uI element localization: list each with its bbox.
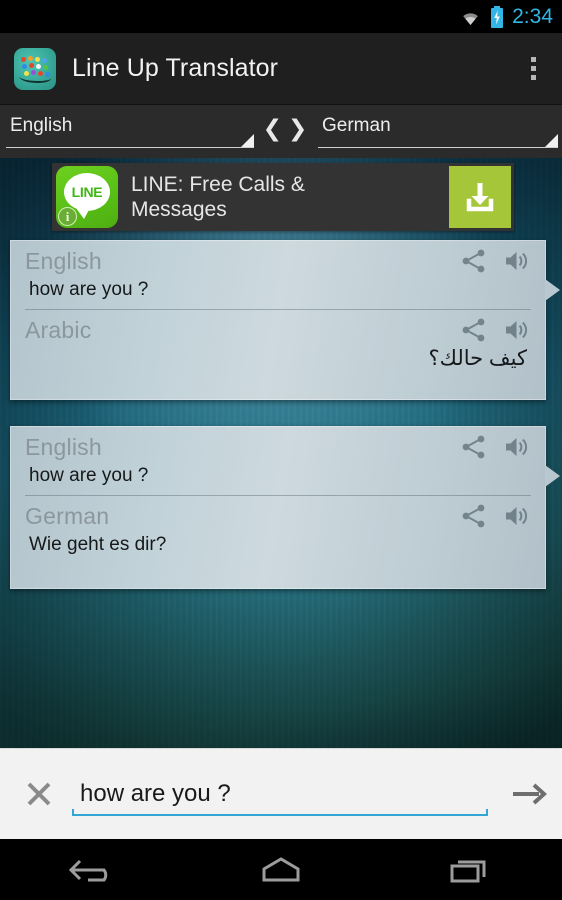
card-target-actions (461, 503, 529, 529)
card-target-half: German Wie geht es dir? (11, 496, 545, 558)
share-icon[interactable] (461, 503, 487, 529)
spinner-underline (318, 146, 558, 148)
ad-banner[interactable]: LINE i LINE: Free Calls & Messages (52, 163, 514, 231)
chevron-down-icon (545, 133, 558, 147)
chevron-right-icon: ❯ (288, 116, 308, 142)
home-icon (262, 856, 300, 881)
card-source-language: English (25, 248, 102, 274)
home-button[interactable] (221, 853, 341, 887)
card-target-text: كيف حالك؟ (428, 347, 527, 370)
speaker-icon[interactable] (503, 503, 529, 529)
line-logo-text: LINE (71, 184, 103, 200)
input-bar: how are you ? (0, 748, 562, 839)
back-icon (68, 859, 107, 881)
clear-input-button[interactable] (12, 779, 66, 809)
card-target-half: Arabic كيف حالك؟ (11, 310, 545, 372)
swap-languages-button[interactable]: ❮ ❯ (258, 118, 312, 145)
chevron-left-icon: ❮ (262, 116, 282, 142)
navigation-bar (0, 839, 562, 900)
content-area: LINE i LINE: Free Calls & Messages Engli… (0, 158, 562, 748)
card-source-text: how are you ? (29, 279, 149, 300)
share-icon[interactable] (461, 317, 487, 343)
recents-icon (450, 860, 486, 882)
card-source-text: how are you ? (29, 465, 149, 486)
card-source-actions (461, 434, 529, 460)
card-source-language: English (25, 434, 102, 460)
speaker-icon[interactable] (503, 317, 529, 343)
speaker-icon[interactable] (503, 434, 529, 460)
recents-button[interactable] (408, 853, 528, 887)
download-button[interactable] (449, 166, 511, 228)
speech-bubble-icon: LINE (64, 173, 110, 219)
download-icon (466, 183, 494, 212)
card-source-half: English how are you ? (11, 427, 545, 489)
card-source-actions (461, 248, 529, 274)
info-icon[interactable]: i (58, 207, 77, 226)
app-screen: 2:34 Line Up Translator English ❮ ❯ Germ… (0, 0, 562, 900)
wifi-icon (458, 8, 483, 26)
chevron-down-icon (241, 133, 254, 147)
app-logo-icon (14, 47, 56, 90)
overflow-menu-icon[interactable] (521, 51, 546, 86)
share-icon[interactable] (461, 434, 487, 460)
speaker-icon[interactable] (503, 248, 529, 274)
close-icon (27, 782, 51, 806)
card-target-text: Wie geht es dir? (29, 534, 167, 555)
text-input-wrapper[interactable]: how are you ? (72, 766, 488, 822)
translation-card[interactable]: English how are you ? (10, 240, 560, 400)
source-language-spinner[interactable]: English (0, 112, 258, 152)
card-target-language: Arabic (25, 317, 92, 343)
ad-title: LINE: Free Calls & Messages (131, 173, 305, 221)
source-language-label: English (10, 114, 73, 136)
status-time: 2:34 (512, 4, 553, 28)
submit-button[interactable] (496, 780, 562, 808)
input-underline (72, 809, 488, 816)
translation-card[interactable]: English how are you ? (10, 426, 560, 589)
card-target-language: German (25, 503, 110, 529)
search-input[interactable]: how are you ? (72, 780, 488, 808)
card-target-actions (461, 317, 529, 343)
card-source-half: English how are you ? (11, 241, 545, 303)
action-bar: Line Up Translator (0, 33, 562, 105)
battery-charging-icon (490, 5, 504, 28)
target-language-spinner[interactable]: German (312, 112, 562, 152)
target-language-label: German (322, 114, 391, 136)
page-title: Line Up Translator (72, 54, 279, 82)
spinner-underline (6, 146, 254, 148)
back-button[interactable] (34, 853, 154, 887)
line-app-icon: LINE i (56, 166, 118, 228)
arrow-right-icon (513, 783, 547, 805)
status-bar: 2:34 (0, 0, 562, 33)
language-selector-bar: English ❮ ❯ German (0, 105, 562, 158)
share-icon[interactable] (461, 248, 487, 274)
